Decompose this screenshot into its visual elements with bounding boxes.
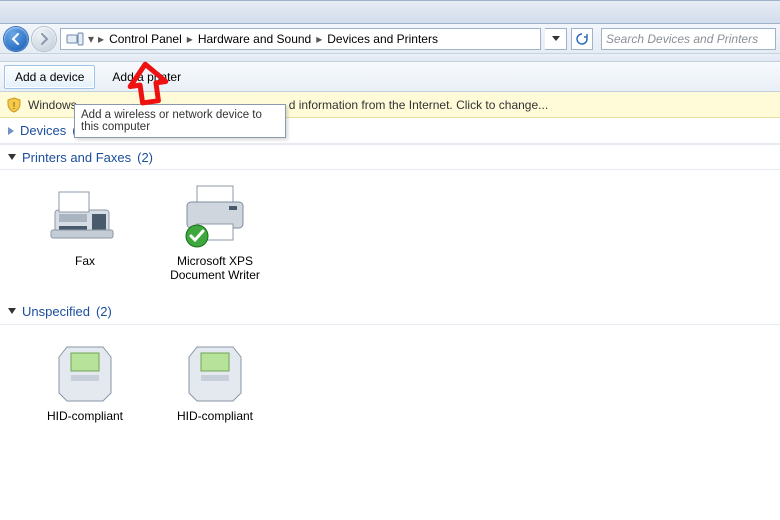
generic-device-icon — [45, 335, 125, 405]
device-label: Fax — [75, 254, 95, 268]
section-unspecified-header[interactable]: Unspecified (2) — [0, 299, 780, 325]
address-bar[interactable]: ▾ ▸ Control Panel ▸ Hardware and Sound ▸… — [60, 28, 541, 50]
shield-warning-icon: ! — [6, 97, 22, 113]
crumb-dropdown-icon[interactable]: ▾ — [87, 32, 95, 46]
svg-text:!: ! — [13, 101, 16, 112]
nav-forward-button[interactable] — [32, 27, 56, 51]
device-hid-1[interactable]: HID-compliant — [30, 335, 140, 423]
device-label: Microsoft XPS Document Writer — [160, 254, 270, 283]
device-label: HID-compliant — [47, 409, 123, 423]
generic-device-icon — [175, 335, 255, 405]
device-xps-writer[interactable]: Microsoft XPS Document Writer — [160, 180, 270, 283]
section-printers-title: Printers and Faxes — [22, 150, 131, 165]
address-bar-row: ▾ ▸ Control Panel ▸ Hardware and Sound ▸… — [0, 24, 780, 54]
arrow-left-icon — [10, 33, 22, 45]
devices-icon — [65, 31, 85, 47]
ribbon-strip — [0, 0, 780, 24]
refresh-icon — [575, 32, 589, 46]
fax-icon — [45, 180, 125, 250]
device-label: HID-compliant — [177, 409, 253, 423]
arrow-right-icon — [38, 33, 50, 45]
annotation-arrow-icon — [122, 60, 172, 110]
add-device-label: Add a device — [15, 70, 84, 84]
crumb-control-panel[interactable]: Control Panel — [107, 32, 184, 46]
tooltip-text: Add a wireless or network device to this… — [81, 109, 262, 133]
crumb-devices-printers[interactable]: Devices and Printers — [325, 32, 440, 46]
info-prefix: Windows — [28, 98, 77, 112]
command-toolbar: Add a device Add a printer — [0, 62, 780, 92]
section-unspecified-count: (2) — [96, 304, 112, 319]
info-tail: d information from the Internet. Click t… — [289, 98, 548, 112]
crumb-chevron-icon: ▸ — [315, 32, 323, 46]
address-history-dropdown[interactable] — [545, 28, 567, 50]
section-printers-count: (2) — [137, 150, 153, 165]
unspecified-items: HID-compliant HID-compliant — [0, 325, 780, 439]
collapse-icon — [8, 308, 16, 314]
tooltip: Add a wireless or network device to this… — [74, 104, 286, 138]
expand-icon — [8, 127, 14, 135]
spacer — [0, 54, 780, 62]
collapse-icon — [8, 154, 16, 160]
chevron-down-icon — [552, 36, 560, 42]
section-devices-title: Devices — [20, 123, 66, 138]
printer-icon — [175, 180, 255, 250]
section-printers-header[interactable]: Printers and Faxes (2) — [0, 144, 780, 170]
crumb-hardware-sound[interactable]: Hardware and Sound — [196, 32, 313, 46]
crumb-chevron-icon: ▸ — [97, 32, 105, 46]
search-input[interactable]: Search Devices and Printers — [601, 28, 776, 50]
nav-back-button[interactable] — [4, 27, 28, 51]
printers-items: Fax Microsoft XPS Document Writer — [0, 170, 780, 299]
section-unspecified-title: Unspecified — [22, 304, 90, 319]
search-placeholder: Search Devices and Printers — [606, 32, 758, 46]
refresh-button[interactable] — [571, 28, 593, 50]
device-fax[interactable]: Fax — [30, 180, 140, 283]
content-area: Devices (5) Printers and Faxes (2) Fax — [0, 118, 780, 439]
add-device-button[interactable]: Add a device — [4, 65, 95, 89]
crumb-chevron-icon: ▸ — [186, 32, 194, 46]
device-hid-2[interactable]: HID-compliant — [160, 335, 270, 423]
